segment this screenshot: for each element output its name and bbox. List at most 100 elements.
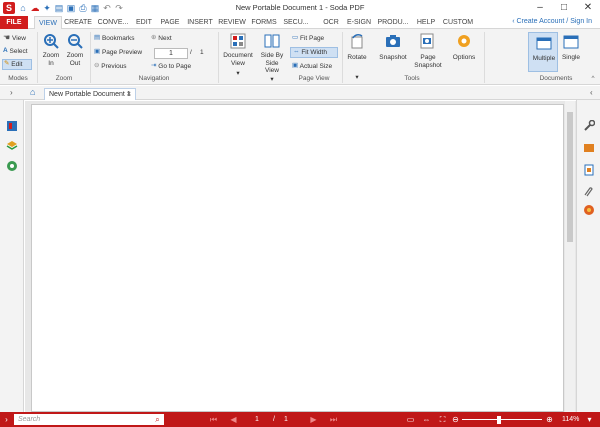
page-preview-button[interactable]: ▣ Page Preview xyxy=(94,48,142,57)
actual-size-button[interactable]: ▣ Actual Size xyxy=(292,62,332,71)
zoom-in-status-icon[interactable]: ⊕ xyxy=(544,414,555,425)
tab-page[interactable]: PAGE xyxy=(157,16,183,29)
close-button[interactable]: ✕ xyxy=(576,0,600,16)
zoom-out-status-icon[interactable]: ⊖ xyxy=(450,414,461,425)
tab-custom[interactable]: CUSTOM xyxy=(441,16,475,29)
next-button[interactable]: ⊕ Next xyxy=(151,34,172,43)
single-button[interactable]: Single xyxy=(558,54,584,62)
arrow-down-icon: ⊕ xyxy=(151,34,157,41)
right-panel xyxy=(576,100,600,412)
layers-icon[interactable] xyxy=(6,140,18,152)
chevron-right-icon[interactable]: › xyxy=(10,88,13,97)
search-icon[interactable]: ⌕ xyxy=(152,414,163,425)
status-page-current[interactable]: 1 xyxy=(255,414,259,425)
close-tab-icon[interactable]: × xyxy=(127,89,131,100)
previous-button[interactable]: ⊖ Previous xyxy=(94,62,127,71)
zoom-in-button[interactable]: Zoom In xyxy=(40,52,62,67)
chevron-down-icon[interactable]: ▾ xyxy=(232,70,244,78)
document-tab[interactable]: New Portable Document 1 × xyxy=(44,88,136,100)
fit-page-status-icon[interactable]: ▭ xyxy=(405,414,416,425)
fullscreen-icon[interactable]: ⛶ xyxy=(437,414,448,425)
status-page-separator: / xyxy=(273,416,275,423)
arrow-up-icon: ⊖ xyxy=(94,62,100,69)
side-by-side-button[interactable]: Side By Side View xyxy=(258,52,286,75)
pdf-page[interactable] xyxy=(31,104,564,412)
document-view-icon[interactable] xyxy=(230,33,246,49)
previous-page-icon[interactable]: ◀ xyxy=(228,414,239,425)
rotate-button[interactable]: Rotate xyxy=(343,54,371,62)
fit-width-status-icon[interactable]: ⇔ xyxy=(421,414,432,425)
home-tab-icon[interactable]: ⌂ xyxy=(30,87,35,97)
side-by-side-icon[interactable] xyxy=(264,33,280,49)
edit-mode-button[interactable]: ✎ Edit xyxy=(2,59,32,70)
rotate-icon[interactable] xyxy=(349,33,365,49)
zoom-out-icon[interactable] xyxy=(67,33,83,49)
chevron-down-icon[interactable]: ▾ xyxy=(584,414,595,425)
maximize-button[interactable]: □ xyxy=(552,0,576,16)
bookmarks-panel-icon[interactable] xyxy=(6,120,18,132)
status-bar: › Search ⌕ ⏮ ◀ 1 / 1 ▶ ⏭ ▭ ⇔ ⛶ ⊖ ⊕ 114% … xyxy=(0,412,600,427)
next-label: Next xyxy=(158,35,172,43)
first-page-icon[interactable]: ⏮ xyxy=(208,414,219,425)
snapshot-button[interactable]: Snapshot xyxy=(374,54,412,62)
page-number-input[interactable]: 1 xyxy=(154,48,188,59)
single-document-icon[interactable] xyxy=(563,34,579,50)
pages-icon[interactable] xyxy=(583,164,595,176)
tab-forms[interactable]: FORMS xyxy=(249,16,279,29)
go-to-page-label: Go to Page xyxy=(158,63,192,71)
hand-icon: ☚ xyxy=(3,33,11,42)
tab-create[interactable]: CREATE xyxy=(63,16,93,29)
menu-bar: FILE VIEW CREATE CONVE... EDIT PAGE INSE… xyxy=(0,16,600,30)
paperclip-icon[interactable] xyxy=(583,186,595,198)
tab-help[interactable]: HELP xyxy=(415,16,437,29)
tab-convert[interactable]: CONVE... xyxy=(94,16,132,29)
bookmarks-button[interactable]: ▤ Bookmarks xyxy=(94,34,134,43)
status-page-total: 1 xyxy=(284,416,288,423)
snapshot-icon[interactable] xyxy=(385,33,401,49)
tab-edit[interactable]: EDIT xyxy=(133,16,155,29)
tab-insert[interactable]: INSERT xyxy=(185,16,215,29)
chevron-down-icon[interactable]: ▾ xyxy=(266,76,278,84)
minimize-button[interactable]: – xyxy=(528,0,552,16)
gear-icon[interactable] xyxy=(456,33,472,49)
search-input[interactable]: Search xyxy=(14,414,164,425)
zoom-out-button[interactable]: Zoom Out xyxy=(64,52,86,67)
page-snapshot-icon[interactable] xyxy=(419,33,435,49)
zoom-in-icon[interactable] xyxy=(43,33,59,49)
tab-production[interactable]: PRODU... xyxy=(376,16,410,29)
tab-view[interactable]: VIEW xyxy=(34,16,62,30)
page-snapshot-button[interactable]: Page Snapshot xyxy=(412,54,444,69)
title-bar: S ⌂ ☁ ✦ ▤ ▣ ⎙ ▦ ↶ ↷ New Portable Documen… xyxy=(0,0,600,16)
zoom-slider-thumb[interactable] xyxy=(497,416,501,424)
bookmark-icon: ▤ xyxy=(94,34,101,41)
chevron-left-icon[interactable]: ‹ xyxy=(590,88,593,97)
zoom-level[interactable]: 114% xyxy=(562,414,579,425)
go-to-page-button[interactable]: ⇥ Go to Page xyxy=(151,62,191,71)
globe-icon[interactable] xyxy=(6,160,18,172)
last-page-icon[interactable]: ⏭ xyxy=(328,414,339,425)
tab-security[interactable]: SECU... xyxy=(281,16,311,29)
fit-width-button[interactable]: ⇔ Fit Width xyxy=(290,47,338,58)
comments-icon[interactable] xyxy=(583,142,595,154)
scrollbar-thumb[interactable] xyxy=(567,112,573,242)
multiple-button[interactable]: Multiple xyxy=(528,32,558,72)
chevron-right-icon[interactable]: › xyxy=(1,414,12,425)
tab-esign[interactable]: E-SIGN xyxy=(346,16,372,29)
create-account-link[interactable]: ‹ Create Account / Sign In xyxy=(512,18,592,25)
actual-size-label: Actual Size xyxy=(299,63,333,71)
edit-mode-label: Edit xyxy=(11,61,23,69)
select-mode-button[interactable]: A Select xyxy=(3,47,28,56)
tab-review[interactable]: REVIEW xyxy=(217,16,247,29)
view-mode-button[interactable]: ☚ View xyxy=(3,34,26,43)
tab-ocr[interactable]: OCR xyxy=(321,16,341,29)
document-view-button[interactable]: Document View xyxy=(220,52,256,67)
wrench-icon[interactable] xyxy=(583,120,595,132)
fit-page-button[interactable]: ▭ Fit Page xyxy=(292,34,324,43)
multiple-label: Multiple xyxy=(532,55,556,62)
collapse-ribbon-icon[interactable]: ^ xyxy=(588,75,598,83)
tab-file[interactable]: FILE xyxy=(0,16,28,29)
next-page-icon[interactable]: ▶ xyxy=(308,414,319,425)
certificate-icon[interactable] xyxy=(583,204,595,216)
zoom-slider-track[interactable] xyxy=(462,419,542,420)
options-button[interactable]: Options xyxy=(448,54,480,62)
